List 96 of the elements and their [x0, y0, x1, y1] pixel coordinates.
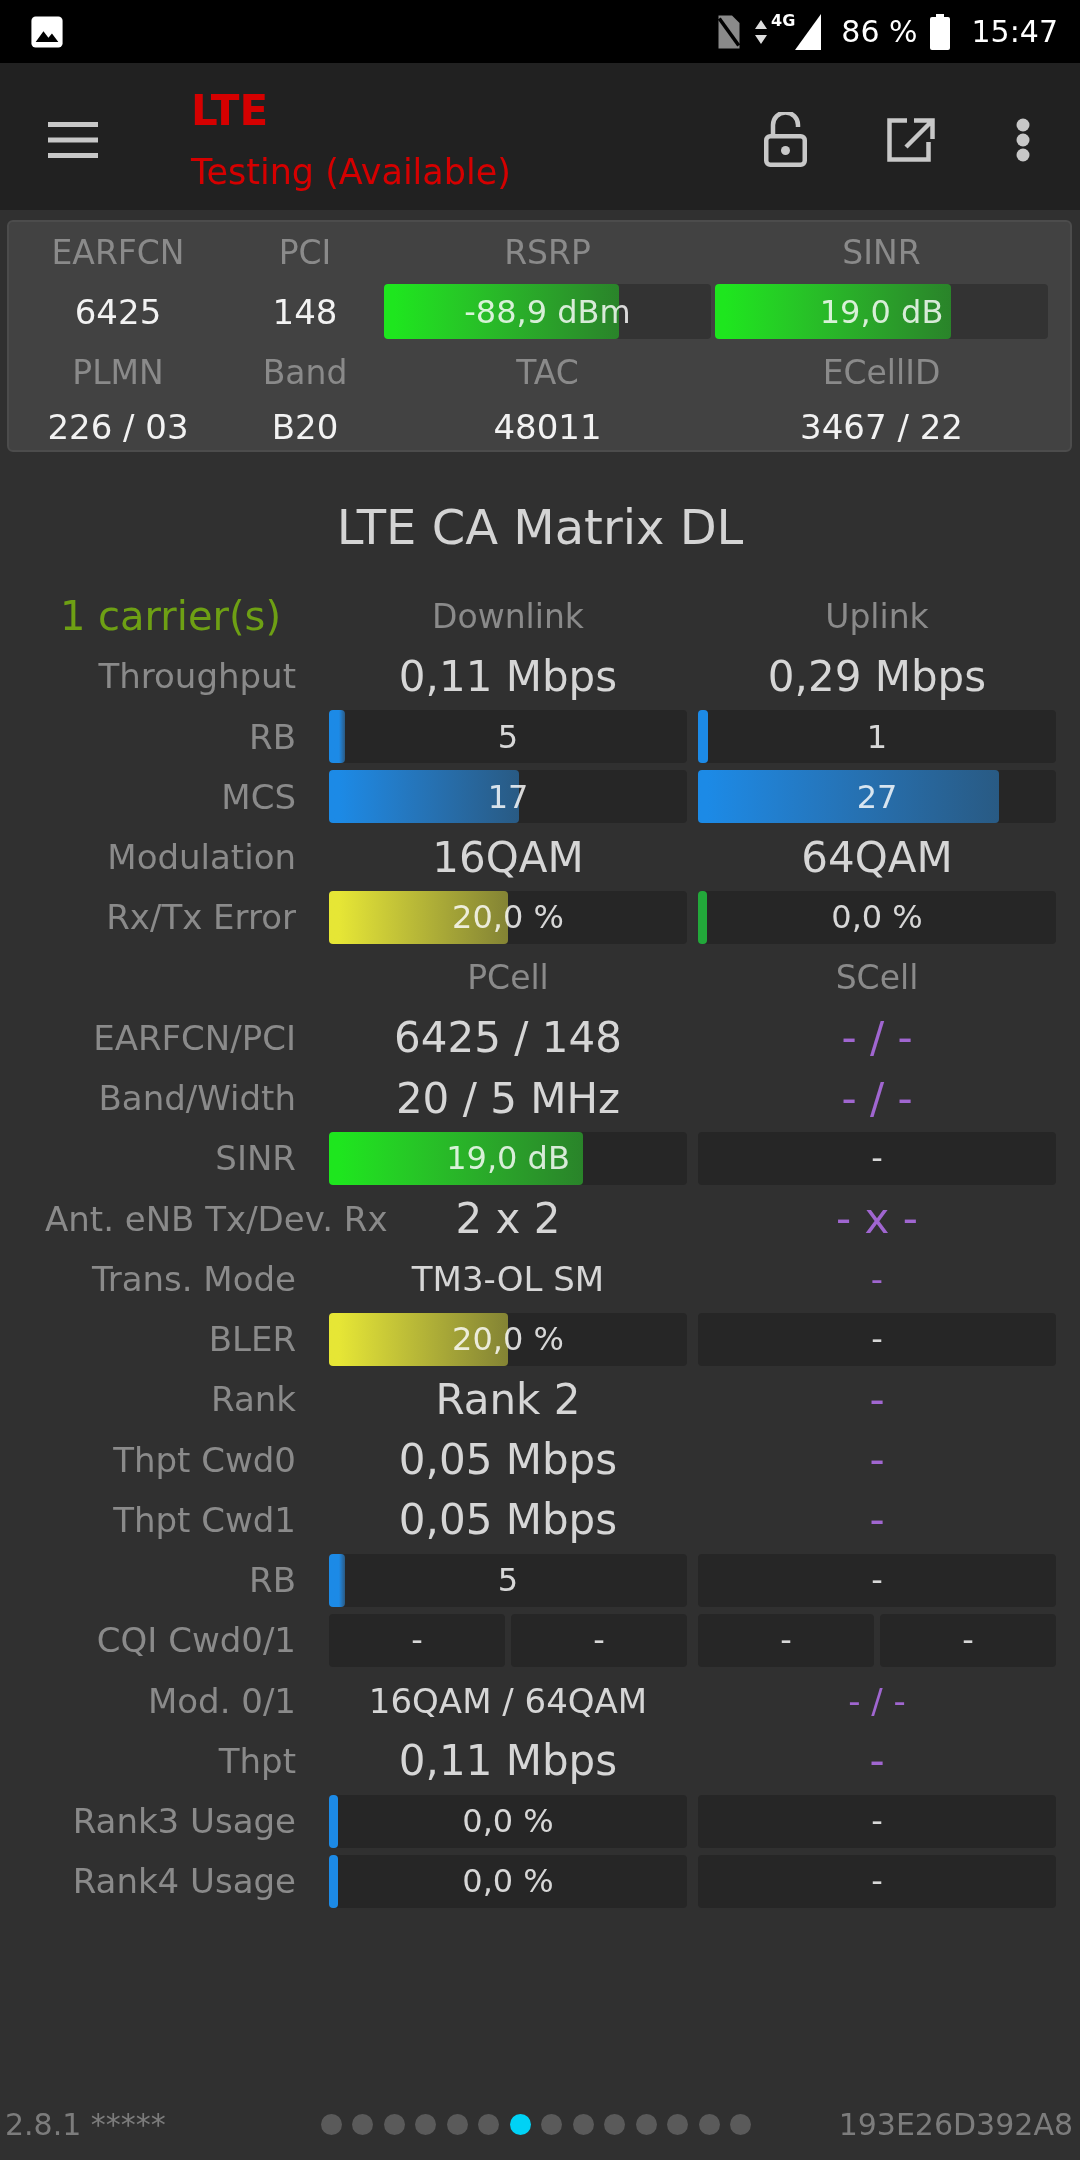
menu-icon[interactable]: [48, 121, 98, 158]
field-value: B20: [271, 407, 339, 447]
cell-value: -: [962, 1621, 974, 1660]
meter-value: 1: [866, 717, 888, 756]
cell-value: 16QAM / 64QAM: [368, 1680, 648, 1721]
row-label: SINR: [215, 1138, 296, 1179]
cell-value: -: [411, 1621, 423, 1660]
cell-value: -: [870, 1258, 884, 1299]
cell-value: 0,29 Mbps: [767, 651, 987, 701]
row-label: Rank4 Usage: [72, 1861, 296, 1902]
version-label: 2.8.1 *****: [5, 2106, 166, 2142]
row-label: Rank3 Usage: [72, 1801, 296, 1842]
cell-value: -: [869, 1435, 885, 1485]
field-value: 48011: [493, 407, 602, 447]
cell-value: 64QAM: [801, 832, 953, 882]
meter-value: -: [871, 1802, 883, 1841]
signal-icon: [795, 13, 822, 50]
row-label: Thpt: [218, 1740, 296, 1781]
row-label: Band/Width: [98, 1078, 296, 1119]
meter-value: -: [871, 1862, 883, 1901]
row-label: Trans. Mode: [91, 1258, 296, 1299]
meter-value: 5: [497, 717, 519, 756]
battery-icon: [929, 13, 950, 50]
row-label: Thpt Cwd1: [113, 1499, 296, 1540]
column-header: Uplink: [825, 596, 929, 636]
row-label: Thpt Cwd0: [113, 1439, 296, 1480]
cell-value: -: [869, 1374, 885, 1424]
network-type: 4G: [771, 12, 796, 30]
cell-value: 20 / 5 MHz: [395, 1073, 621, 1123]
meter-value: -: [871, 1561, 883, 1600]
column-header: SCell: [835, 958, 919, 998]
field-label: SINR: [842, 232, 921, 274]
field-value: 6425: [74, 291, 162, 332]
meter-value: -: [871, 1320, 883, 1359]
row-label: EARFCN/PCI: [93, 1017, 296, 1058]
cell-value: 0,11 Mbps: [398, 1736, 618, 1786]
row-label: CQI Cwd0/1: [96, 1620, 296, 1661]
row-label: Modulation: [107, 837, 296, 878]
cell-value: -: [869, 1736, 885, 1786]
meter-value: 19,0 dB: [446, 1139, 570, 1178]
field-label: EARFCN: [51, 232, 185, 274]
data-arrows-icon: [755, 19, 768, 44]
cell-value: -: [593, 1621, 605, 1660]
cell-value: Rank 2: [435, 1374, 581, 1424]
external-link-icon[interactable]: [887, 117, 935, 162]
field-label: RSRP: [504, 232, 591, 274]
meter-value: 0,0 %: [831, 898, 923, 937]
meter-value: 19,0 dB: [819, 292, 944, 331]
cell-value: 16QAM: [432, 832, 584, 882]
field-label: ECellID: [822, 352, 941, 394]
app-title: LTE: [191, 85, 270, 136]
row-label: MCS: [221, 776, 296, 817]
section-title: LTE CA Matrix DL: [336, 499, 744, 555]
row-label: RB: [249, 716, 296, 757]
column-header: PCell: [467, 958, 549, 998]
row-label: BLER: [208, 1319, 296, 1360]
cell-value: - / -: [848, 1680, 906, 1721]
field-value: 226 / 03: [47, 407, 189, 447]
row-label: Throughput: [98, 656, 296, 697]
meter-value: 0,0 %: [462, 1802, 554, 1841]
cell-value: -: [780, 1621, 792, 1660]
field-label: Band: [262, 352, 348, 394]
cell-value: - / -: [841, 1073, 913, 1123]
meter-value: -: [871, 1139, 883, 1178]
image-icon: [30, 14, 64, 49]
row-label: Rx/Tx Error: [106, 897, 296, 938]
cell-value: 0,05 Mbps: [398, 1495, 618, 1545]
app-subtitle: Testing (Available): [191, 150, 511, 194]
cell-value: 0,05 Mbps: [398, 1435, 618, 1485]
unlocked-padlock-icon[interactable]: [764, 112, 807, 167]
cell-value: 0,11 Mbps: [398, 651, 618, 701]
cell-value: - x -: [836, 1194, 918, 1244]
row-label: Rank: [211, 1379, 296, 1420]
carrier-count: 1 carrier(s): [59, 593, 282, 640]
field-value: 148: [272, 291, 338, 332]
clock: 15:47: [971, 13, 1058, 50]
cell-value: TM3-OL SM: [411, 1258, 605, 1299]
cell-value: -: [869, 1495, 885, 1545]
field-label: TAC: [516, 352, 579, 394]
device-id: 193E26D392A8: [838, 2106, 1073, 2142]
cell-value: 2 x 2: [455, 1194, 561, 1244]
column-header: Downlink: [432, 596, 584, 636]
more-options-icon[interactable]: [1016, 117, 1030, 162]
row-label: Mod. 0/1: [147, 1680, 296, 1721]
field-value: 3467 / 22: [800, 407, 963, 447]
meter-value: 5: [497, 1561, 519, 1600]
cell-value: 6425 / 148: [394, 1013, 622, 1063]
row-label: Ant. eNB Tx/Dev. Rx: [45, 1198, 388, 1239]
field-label: PLMN: [72, 352, 164, 394]
meter-value: -88,9 dBm: [464, 292, 631, 331]
meter-value: 0,0 %: [462, 1862, 554, 1901]
cell-value: - / -: [841, 1013, 913, 1063]
row-label: RB: [249, 1560, 296, 1601]
meter-value: 27: [856, 777, 898, 816]
battery-percent: 86 %: [841, 13, 918, 50]
field-label: PCI: [278, 232, 332, 274]
